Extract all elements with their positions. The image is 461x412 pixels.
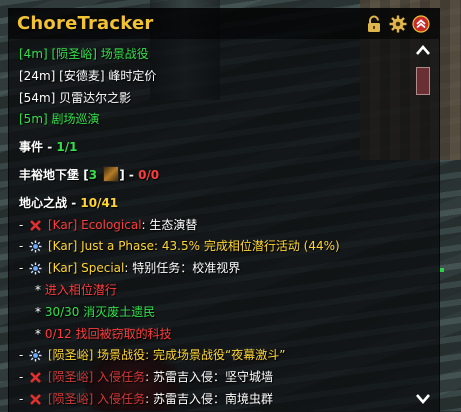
bullet: - [19,370,28,385]
quest-text: 苏雷吉入侵：南境虫群 [153,391,274,406]
bullet: - [19,261,28,276]
timer-time: [5m] [19,112,48,127]
background-marker [440,268,444,272]
red-x-icon [30,394,42,405]
timer-row[interactable]: [54m] 贝雷达尔之影 [19,88,414,110]
bullet: - [19,239,28,254]
timer-time: [4m] [19,47,48,61]
quest-row[interactable]: - [陨圣峪] 场景战役: 完成场景战役“夜幕激斗” [19,345,414,367]
quest-row[interactable]: - [陨圣峪] 入侵任务: 苏雷吉入侵：坚守城墙 [19,367,414,389]
scrollbar-thumb[interactable] [416,67,430,95]
quest-row[interactable]: - [Kar] Ecological: 生态演替 [19,215,414,237]
subtask-row: * 0/12 找回被窃取的科技 [19,324,414,346]
window-title: ChoreTracker [17,13,154,34]
red-x-icon [30,372,42,384]
subtask-text: 30/30 消灭废土遗民 [44,304,156,319]
dungeon-key-count: 3 [88,167,98,182]
quest-text: 完成场景战役“夜幕激斗” [153,348,286,363]
quest-row[interactable]: - [陨圣峪] 入侵任务: 苏雷吉入侵：南境虫群 [19,389,414,411]
scroll-up-arrow-icon[interactable] [415,43,431,57]
separator: - [124,167,139,182]
subtask-row: * 30/30 消灭废土遗民 [19,302,414,324]
quest-tag: [陨圣峪] 入侵任务 [47,391,146,406]
dungeon-label: 丰裕地下堡 [19,167,80,182]
collapse-icon[interactable] [412,15,430,33]
war-label: 地心之战 [19,195,68,210]
colon: : [145,391,154,406]
colon: : [154,239,162,254]
lock-icon[interactable] [365,15,383,33]
quest-text: 苏雷吉入侵：坚守城墙 [153,370,274,385]
timer-row[interactable]: [5m] 剧场巡演 [19,109,414,131]
quest-tag: [陨圣峪] 入侵任务 [47,370,146,385]
colon: : [145,348,154,363]
timer-label: [安德麦] 峰时定价 [59,68,157,83]
bullet: * [35,304,45,319]
quest-text: 43.5% 完成相位潜行活动 (44%) [161,239,340,254]
timer-row[interactable]: [24m] [安德麦] 峰时定价 [19,66,414,88]
events-label: 事件 [19,140,44,155]
quest-row[interactable]: - [Kar] Special: 特别任务：校准视界 [19,258,414,280]
subtask-text: 0/12 找回被窃取的科技 [44,326,172,341]
red-x-icon [30,219,42,231]
tracker-content: [4m] [陨圣峪] 场景战役 [24m] [安德麦] 峰时定价 [54m] 贝… [19,44,414,411]
events-count: 1/1 [56,140,78,155]
quest-row[interactable]: - [Kar] Just a Phase: 43.5% 完成相位潜行活动 (44… [19,236,414,258]
bullet: - [19,348,28,363]
timer-time: [24m] [19,68,56,83]
subtask-text: 进入相位潜行 [44,282,117,297]
war-progress: 10/41 [80,195,119,210]
gear-icon[interactable] [389,15,407,33]
quest-tag: [Kar] Just a Phase [47,239,155,254]
timer-row[interactable]: [4m] [陨圣峪] 场景战役 [19,44,414,66]
scroll-down-arrow-icon[interactable] [415,392,431,406]
quest-tag: [陨圣峪] 场景战役 [47,348,146,363]
timer-label: 贝雷达尔之影 [59,90,132,105]
in-progress-icon [29,349,42,362]
bullet: * [35,326,45,341]
chore-tracker-panel: ChoreTracker [4m] [陨圣峪] 场景战役 [24m] [安德麦]… [8,8,440,412]
timer-label: 剧场巡演 [51,112,100,127]
timer-time: [54m] [19,90,56,105]
events-row[interactable]: 事件 - 1/1 [19,137,414,159]
timer-label: [陨圣峪] 场景战役 [51,47,149,61]
dungeon-progress: 0/0 [138,167,160,182]
war-row[interactable]: 地心之战 - 10/41 [19,193,414,215]
dungeon-row[interactable]: 丰裕地下堡 [3 ] - 0/0 [19,165,414,187]
colon: : [145,370,154,385]
title-bar[interactable]: ChoreTracker [9,9,439,39]
in-progress-icon [29,240,42,253]
bullet: - [19,217,28,232]
key-item-icon[interactable] [103,165,120,182]
separator: - [67,195,81,210]
bullet: * [35,282,45,297]
subtask-row: * 进入相位潜行 [19,280,414,302]
quest-text: 特别任务：校准视界 [132,261,241,276]
quest-tag: [Kar] Special [47,261,125,276]
quest-tag: [Kar] Ecological [47,217,142,232]
separator: - [43,140,57,155]
in-progress-icon [29,262,42,275]
quest-text: 生态演替 [149,217,198,232]
bullet: - [19,391,28,406]
